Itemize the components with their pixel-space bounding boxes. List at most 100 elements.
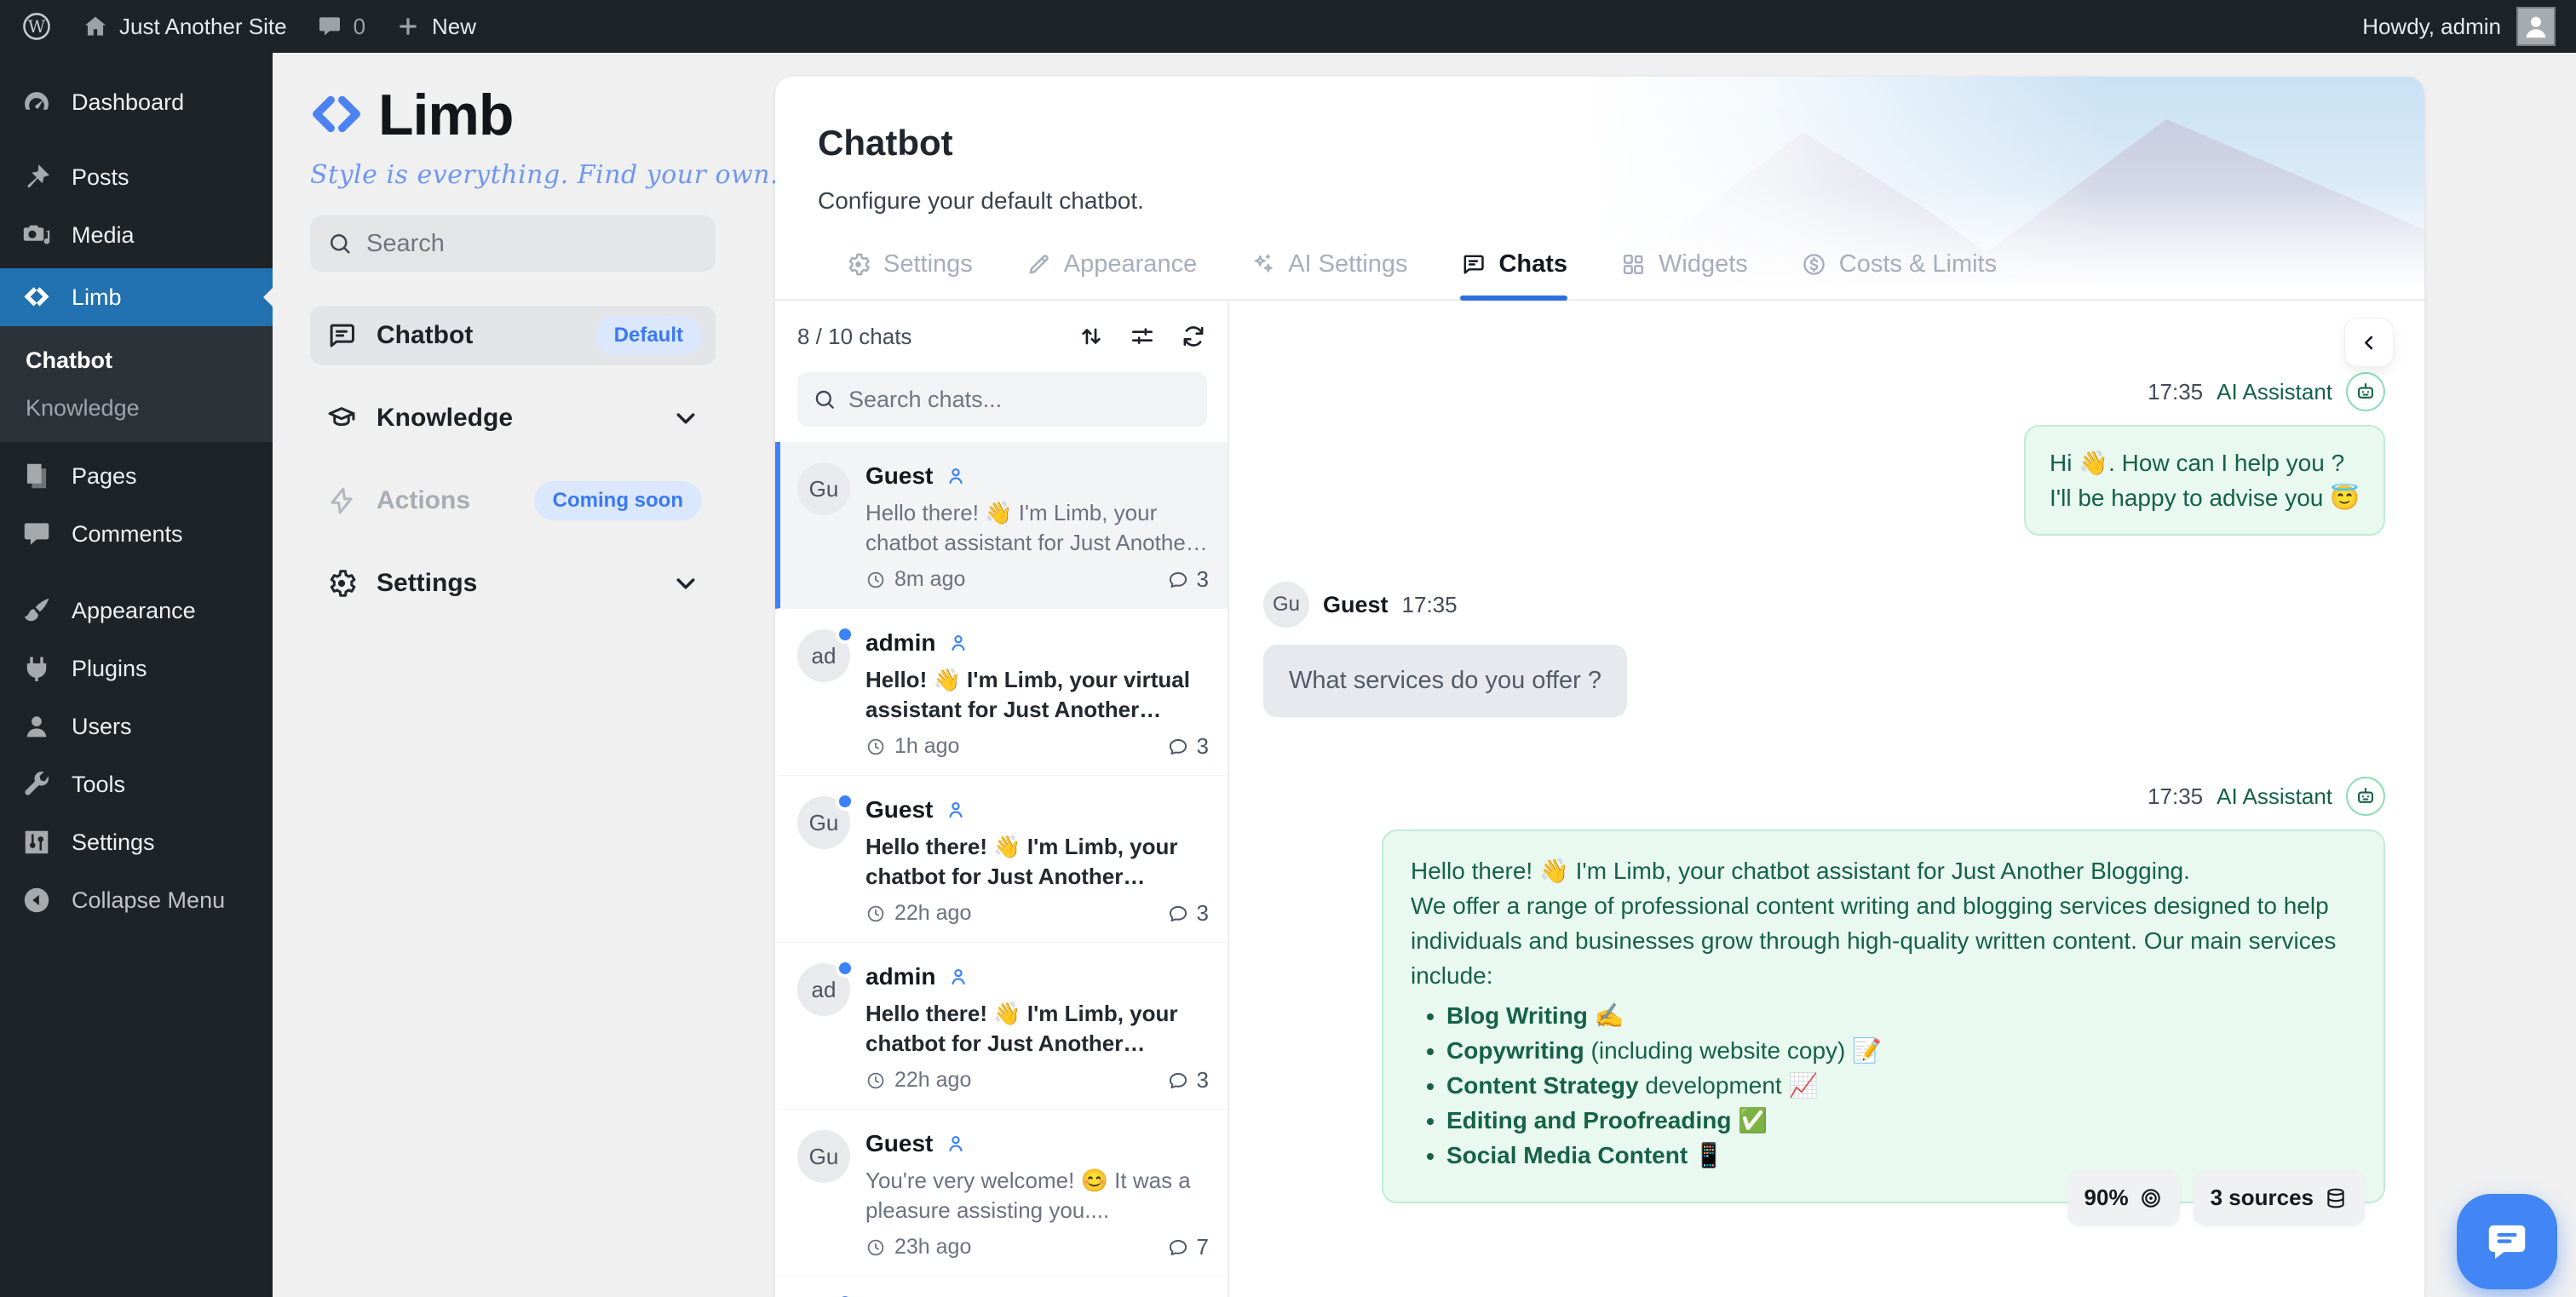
person-icon: [945, 465, 967, 487]
limb-brackets-icon: [20, 281, 53, 313]
ai-message: 17:35 AI Assistant Hi 👋. How can I help …: [1263, 372, 2385, 536]
chat-preview: You're very welcome! 😊 It was a pleasure…: [865, 1166, 1209, 1225]
sidebar-item-appearance[interactable]: Appearance: [0, 582, 273, 640]
submenu-item-chatbot[interactable]: Chatbot: [0, 336, 273, 384]
sources-badge[interactable]: 3 sources: [2194, 1170, 2365, 1225]
avatar-wrap: Gu: [797, 796, 850, 927]
comment-outline-icon: [1167, 903, 1189, 925]
default-badge: Default: [595, 316, 702, 355]
sidebar-item-pages[interactable]: Pages: [0, 447, 273, 505]
sidebar-item-posts[interactable]: Posts: [0, 148, 273, 206]
page-title: Chatbot: [818, 123, 2424, 164]
chat-name: admin: [865, 629, 935, 657]
sidebar-item-label: Dashboard: [72, 89, 184, 116]
tab-ai-settings[interactable]: AI Settings: [1250, 250, 1407, 299]
service-bullet: Copywriting (including website copy) 📝: [1446, 1033, 2356, 1068]
howdy-account-link[interactable]: Howdy, admin: [2362, 14, 2501, 40]
sidebar-item-label: Plugins: [72, 656, 147, 682]
search-icon: [813, 387, 837, 411]
tab-label: AI Settings: [1288, 250, 1407, 278]
sidebar-item-settings[interactable]: Settings: [0, 813, 273, 871]
chat-time: 23h ago: [894, 1235, 971, 1260]
service-bullet: Blog Writing ✍️: [1446, 998, 2356, 1033]
collapse-panel-button[interactable]: [2344, 318, 2394, 367]
sidebar-item-users[interactable]: Users: [0, 697, 273, 755]
chat-list-item[interactable]: Gu Guest You're most welcome! 😊 Is there…: [775, 1277, 1228, 1297]
sources-value: 3 sources: [2211, 1180, 2314, 1215]
limb-search-input[interactable]: [366, 230, 699, 258]
dollar-circle-icon: [1801, 251, 1827, 278]
tab-chats[interactable]: Chats: [1460, 250, 1567, 299]
chat-filled-icon: [2483, 1218, 2531, 1265]
tab-label: Chats: [1498, 250, 1567, 278]
wp-logo-menu[interactable]: W: [20, 10, 53, 43]
site-name-link[interactable]: Just Another Site: [82, 13, 287, 40]
sidebar-item-media[interactable]: Media: [0, 206, 273, 264]
chat-meta: 22h ago 3: [865, 900, 1209, 927]
service-detail: development 📈: [1639, 1072, 1819, 1099]
plus-icon: [394, 13, 422, 40]
service-detail: (including website copy) 📝: [1584, 1037, 1882, 1064]
comments-shortcut[interactable]: 0: [316, 13, 365, 40]
avatar[interactable]: [2516, 7, 2556, 46]
clock-icon: [865, 904, 886, 924]
filter-icon[interactable]: [1129, 323, 1156, 350]
comment-outline-icon: [1167, 736, 1189, 758]
tab-appearance[interactable]: Appearance: [1026, 250, 1197, 299]
sort-icon[interactable]: [1078, 323, 1105, 350]
clock-icon: [865, 1237, 886, 1258]
chat-name: admin: [865, 963, 935, 990]
message-time: 17:35: [2148, 783, 2203, 810]
limb-menu-chatbot[interactable]: Chatbot Default: [310, 306, 716, 365]
robot-icon: [2354, 784, 2378, 808]
wp-admin-sidebar: Dashboard Posts Media Limb Chatbot Knowl…: [0, 53, 273, 1297]
chat-preview: Hello! 👋 I'm Limb, your virtual assistan…: [865, 665, 1209, 725]
confidence-badge[interactable]: 90%: [2067, 1170, 2180, 1225]
tab-costs-limits[interactable]: Costs & Limits: [1801, 250, 1997, 299]
collapse-arrow-icon: [20, 884, 53, 916]
message-line: I'll be happy to advise you 😇: [2050, 480, 2360, 515]
chevron-down-icon: [670, 402, 702, 434]
chevron-down-icon: [670, 567, 702, 600]
chat-widget-launcher[interactable]: [2457, 1194, 2557, 1289]
ai-avatar: [2346, 777, 2385, 816]
comments-icon: [20, 518, 53, 550]
sidebar-item-comments[interactable]: Comments: [0, 505, 273, 563]
sidebar-item-plugins[interactable]: Plugins: [0, 640, 273, 697]
tab-widgets[interactable]: Widgets: [1620, 250, 1748, 299]
avatar-wrap: Gu: [797, 462, 850, 593]
service-bullet: Content Strategy development 📈: [1446, 1068, 2356, 1103]
refresh-icon[interactable]: [1180, 323, 1207, 350]
chat-items-list: Gu Guest Hello there! 👋 I'm Limb, your c…: [775, 442, 1228, 1297]
limb-menu-settings[interactable]: Settings: [310, 554, 716, 613]
unread-dot: [836, 625, 854, 644]
limb-menu-knowledge[interactable]: Knowledge: [310, 388, 716, 448]
conversation-panel: 17:35 AI Assistant Hi 👋. How can I help …: [1229, 301, 2424, 1297]
chat-list-item[interactable]: Gu Guest Hello there! 👋 I'm Limb, your c…: [775, 776, 1228, 943]
sidebar-item-tools[interactable]: Tools: [0, 755, 273, 813]
unread-dot: [836, 1293, 854, 1297]
service-name: Copywriting: [1446, 1037, 1584, 1064]
chat-search-input[interactable]: [848, 387, 1192, 413]
new-content-menu[interactable]: New: [394, 13, 476, 40]
chat-meta: 8m ago 3: [865, 566, 1209, 593]
message-paragraph: We offer a range of professional content…: [1411, 888, 2356, 993]
limb-submenu: Chatbot Knowledge: [0, 326, 273, 442]
sidebar-item-dashboard[interactable]: Dashboard: [0, 73, 273, 131]
chat-list-item[interactable]: Gu Guest You're very welcome! 😊 It was a…: [775, 1110, 1228, 1277]
submenu-item-knowledge[interactable]: Knowledge: [0, 384, 273, 432]
chat-list-item[interactable]: ad admin Hello! 👋 I'm Limb, your virtual…: [775, 609, 1228, 776]
coming-soon-badge: Coming soon: [534, 481, 702, 520]
unread-dot: [836, 792, 854, 811]
sidebar-item-label: Settings: [72, 829, 155, 856]
target-icon: [2139, 1186, 2163, 1210]
tab-settings[interactable]: Settings: [845, 250, 973, 299]
chat-list-item[interactable]: Gu Guest Hello there! 👋 I'm Limb, your c…: [775, 442, 1228, 609]
chat-time: 1h ago: [894, 734, 959, 759]
chat-list-item[interactable]: ad admin Hello there! 👋 I'm Limb, your c…: [775, 943, 1228, 1110]
submenu-item-label: Knowledge: [26, 395, 140, 422]
sidebar-item-limb[interactable]: Limb: [0, 268, 273, 326]
tab-label: Costs & Limits: [1839, 250, 1997, 278]
collapse-menu-button[interactable]: Collapse Menu: [0, 871, 273, 929]
svg-text:W: W: [28, 17, 46, 37]
